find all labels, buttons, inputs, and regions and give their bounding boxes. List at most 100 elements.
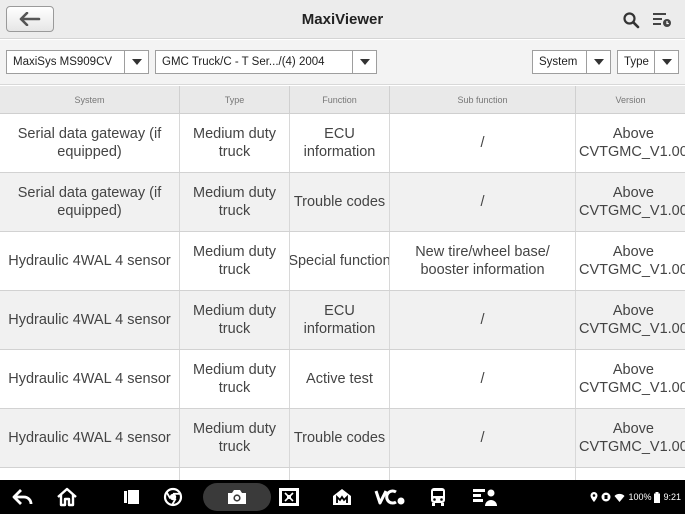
table-row[interactable]: Hydraulic 4WAL 4 sensor Medium duty truck T…	[0, 409, 685, 468]
battery-icon	[654, 491, 661, 503]
cell-type	[180, 468, 290, 480]
cell-function	[290, 468, 390, 480]
device-dropdown-value: MaxiSys MS909CV	[13, 56, 113, 68]
recent-apps-icon	[123, 490, 139, 504]
header-system: System	[0, 86, 180, 113]
cell-system-line: Serial data gateway (if	[17, 126, 162, 142]
cell-type: Medium duty truck	[180, 409, 290, 467]
table-row[interactable]: Hydraulic 4WAL 4 sensor Medium duty truck S…	[0, 232, 685, 291]
back-button[interactable]	[6, 6, 54, 32]
cell-type-line: truck	[218, 380, 251, 396]
cell-type: Medium duty truck	[180, 173, 290, 231]
chevron-down-icon	[586, 51, 610, 73]
cell-version-line: CVTGMC_V1.00	[579, 321, 685, 337]
cell-type-text: Medium duty truck	[193, 243, 276, 279]
vehicle-dropdown[interactable]: GMC Truck/C - T Ser.../(4) 2004	[155, 50, 377, 74]
history-button[interactable]	[651, 9, 673, 31]
cell-system: Hydraulic 4WAL 4 sensor	[0, 409, 180, 467]
device-dropdown[interactable]: MaxiSys MS909CV	[6, 50, 149, 74]
remote-support-icon	[473, 489, 497, 506]
cell-function-text: ECU information	[304, 302, 376, 338]
cell-type-text: Medium duty truck	[193, 420, 276, 456]
cell-function: Special function	[290, 232, 390, 290]
camera-icon	[228, 490, 246, 504]
cell-version-line: Above	[612, 126, 654, 142]
table-body: Serial data gateway (if equipped) Medium d…	[0, 114, 685, 480]
cell-sub-function-line: /	[480, 430, 485, 446]
table-row[interactable]: Hydraulic 4WAL 4 sensor Medium duty truck E…	[0, 291, 685, 350]
vehicle-dropdown-value: GMC Truck/C - T Ser.../(4) 2004	[162, 56, 325, 68]
cell-system-text: Hydraulic 4WAL 4 sensor	[8, 370, 171, 388]
cell-system-line: Serial data gateway (if	[17, 185, 162, 201]
cell-system-line: equipped)	[57, 203, 122, 219]
cell-function-line: Trouble codes	[293, 430, 386, 446]
cell-version-text: Above CVTGMC_V1.00	[579, 243, 685, 279]
nav-remote-button[interactable]	[471, 485, 499, 509]
back-arrow-icon	[19, 12, 41, 26]
coverage-table: System Type Function Sub function Versio…	[0, 86, 685, 480]
cell-function-text: Trouble codes	[294, 193, 385, 211]
system-dropdown[interactable]: System	[532, 50, 611, 74]
nav-back-button[interactable]	[10, 485, 36, 509]
nav-maxisys-home-button[interactable]	[330, 485, 354, 509]
table-row[interactable]: Hydraulic 4WAL 4 sensor Medium duty truck A…	[0, 350, 685, 409]
search-icon	[623, 12, 640, 29]
cell-type: Medium duty truck	[180, 232, 290, 290]
table-row[interactable]: Serial data gateway (if equipped) Medium d…	[0, 173, 685, 232]
cell-sub-function: /	[390, 409, 576, 467]
cell-sub-function-line: /	[480, 371, 485, 387]
cell-system: Serial data gateway (if equipped)	[0, 114, 180, 172]
cell-function: Trouble codes	[290, 409, 390, 467]
cell-system-line: Hydraulic 4WAL 4 sensor	[8, 253, 171, 269]
cell-type-line: Medium duty	[192, 185, 276, 201]
screen-capture-icon	[279, 488, 299, 506]
cell-type-line: Medium duty	[192, 362, 276, 378]
cell-version-text: Above CVTGMC_V1.00	[579, 302, 685, 338]
status-area: 100% 9:21	[590, 489, 681, 505]
cell-function-line: Trouble codes	[293, 194, 386, 210]
cell-sub-function-text: /	[480, 429, 484, 447]
type-dropdown[interactable]: Type	[617, 50, 679, 74]
cell-system-line: equipped)	[57, 144, 122, 160]
search-button[interactable]	[620, 9, 642, 31]
system-dropdown-value: System	[539, 56, 578, 68]
cell-type-line: truck	[218, 144, 251, 160]
cell-sub-function-line: New tire/wheel base/	[415, 244, 550, 260]
nav-browser-button[interactable]	[161, 485, 185, 509]
cell-sub-function-line: booster information	[420, 262, 545, 278]
cell-system: Hydraulic 4WAL 4 sensor	[0, 350, 180, 408]
nav-camera-button[interactable]	[224, 485, 250, 509]
cell-sub-function: /	[390, 114, 576, 172]
page-title: MaxiViewer	[301, 11, 384, 28]
cell-function-line: information	[303, 144, 376, 160]
title-bar: MaxiViewer	[0, 0, 685, 39]
cell-sub-function: /	[390, 291, 576, 349]
cell-version-line: CVTGMC_V1.00	[579, 439, 685, 455]
cell-function: Active test	[290, 350, 390, 408]
nav-vci-button[interactable]	[373, 485, 407, 509]
header-sub-function: Sub function	[390, 86, 576, 113]
table-row[interactable]: Serial data gateway (if equipped) Medium d…	[0, 114, 685, 173]
cell-system-line: Hydraulic 4WAL 4 sensor	[8, 430, 171, 446]
filter-list-icon	[653, 13, 671, 27]
cell-system-line: Hydraulic 4WAL 4 sensor	[8, 312, 171, 328]
cell-version-text: Above CVTGMC_V1.00	[579, 125, 685, 161]
nav-screenshot-button[interactable]	[276, 485, 302, 509]
cell-system: Hydraulic 4WAL 4 sensor	[0, 232, 180, 290]
cell-type-text: Medium duty truck	[193, 125, 276, 161]
cell-function-line: ECU	[324, 126, 355, 142]
cell-function-line: Special function	[290, 253, 390, 269]
header-type: Type	[180, 86, 290, 113]
nav-recent-button[interactable]	[120, 485, 142, 509]
nav-home-button[interactable]	[54, 485, 80, 509]
cell-version-line: Above	[612, 185, 654, 201]
chrome-icon	[163, 487, 183, 507]
table-row-partial[interactable]	[0, 468, 685, 480]
cell-sub-function-text: /	[480, 193, 484, 211]
cell-system-line: Hydraulic 4WAL 4 sensor	[8, 371, 171, 387]
chevron-down-icon	[352, 51, 376, 73]
cell-function-line: ECU	[324, 303, 355, 319]
cell-function-text: Active test	[306, 370, 373, 388]
header-version: Version	[615, 94, 646, 105]
nav-shop-button[interactable]	[427, 485, 449, 509]
